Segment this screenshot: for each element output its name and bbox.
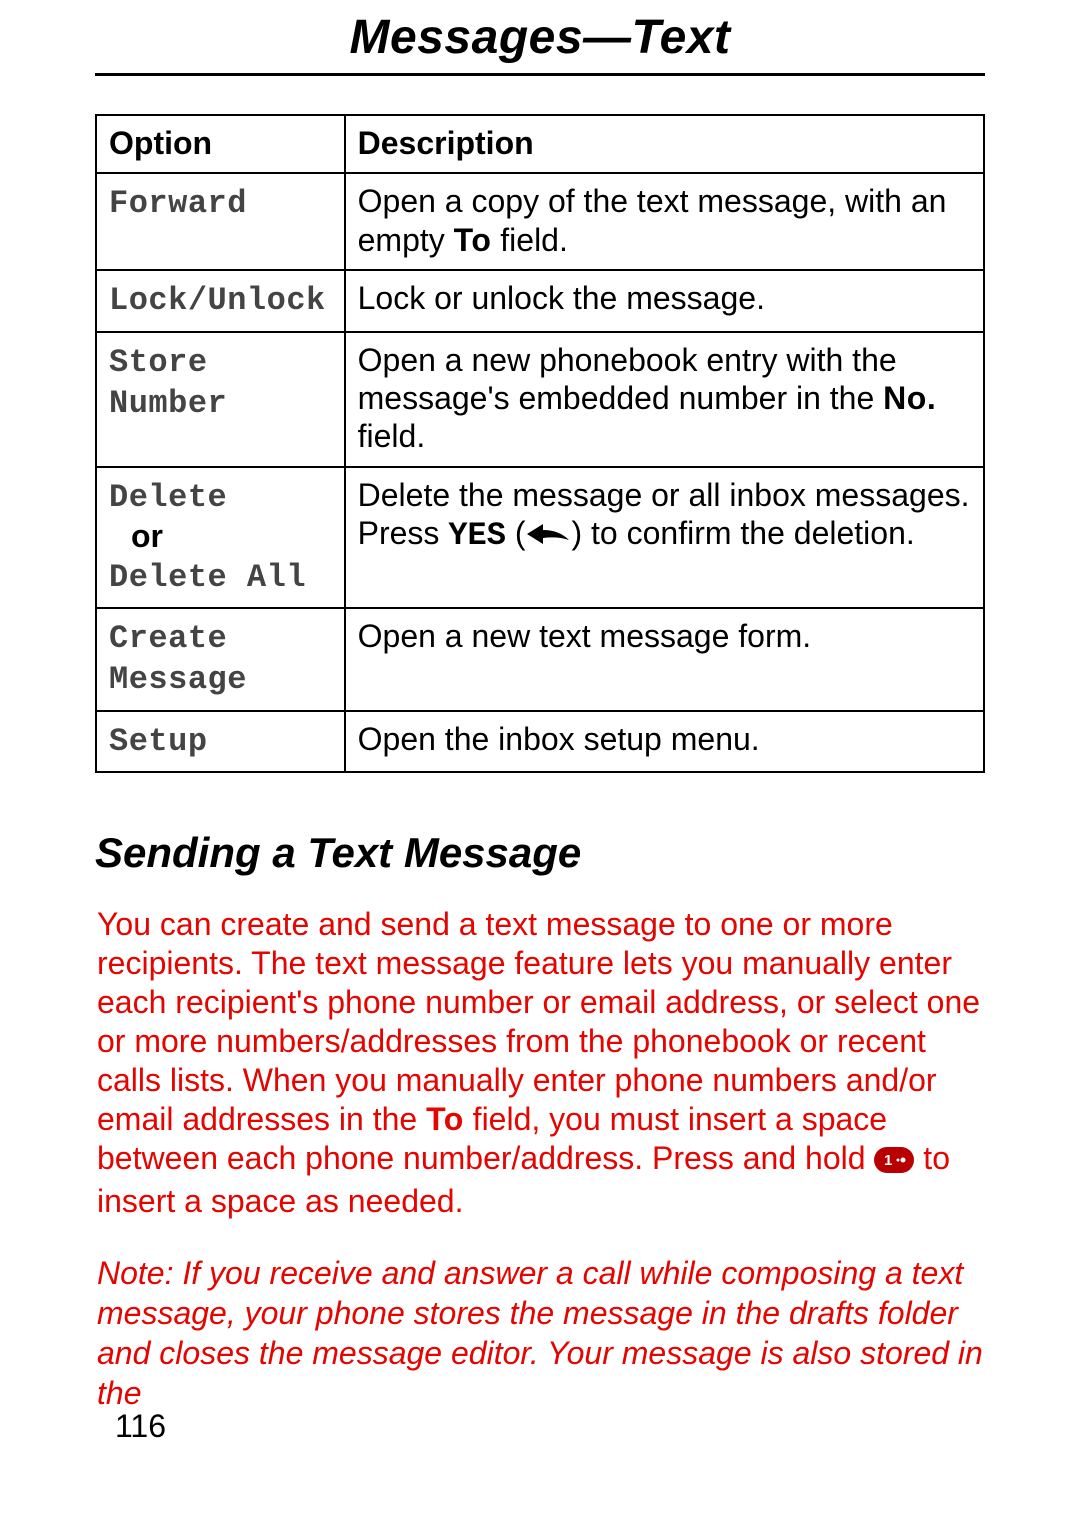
header-rule bbox=[95, 73, 985, 76]
svg-text:1: 1 bbox=[884, 1152, 892, 1169]
yes-key-label: YES bbox=[448, 517, 506, 554]
option-cell-lock: Lock/Unlock bbox=[96, 270, 345, 331]
desc-cell-create: Open a new text message form. bbox=[345, 608, 984, 711]
no-field-label: No. bbox=[883, 380, 936, 416]
option-setup: Setup bbox=[109, 723, 208, 760]
text: ( bbox=[506, 515, 526, 551]
text: ) to confirm the deletion. bbox=[571, 515, 914, 551]
option-cell-forward: Forward bbox=[96, 173, 345, 270]
text: field. bbox=[491, 222, 567, 258]
to-field-label: To bbox=[454, 222, 492, 258]
table-row: Store Number Open a new phonebook entry … bbox=[96, 332, 984, 467]
option-lock-unlock: Lock/Unlock bbox=[109, 282, 326, 319]
to-field-label: To bbox=[426, 1101, 464, 1137]
desc-cell-delete: Delete the message or all inbox messages… bbox=[345, 467, 984, 608]
text: Delete the message or all inbox messages… bbox=[358, 476, 971, 514]
table-row: Create Message Open a new text message f… bbox=[96, 608, 984, 711]
option-create-message: Create Message bbox=[109, 620, 247, 698]
option-cell-setup: Setup bbox=[96, 711, 345, 772]
table-row: Lock/Unlock Lock or unlock the message. bbox=[96, 270, 984, 331]
col-header-description: Description bbox=[345, 115, 984, 173]
text: field. bbox=[358, 418, 426, 454]
col-header-option: Option bbox=[96, 115, 345, 173]
body-paragraph: You can create and send a text message t… bbox=[97, 905, 985, 1221]
desc-cell-forward: Open a copy of the text message, with an… bbox=[345, 173, 984, 270]
text: Press bbox=[358, 515, 449, 551]
option-store-number: Store Number bbox=[109, 344, 227, 422]
table-row: Delete or Delete All Delete the message … bbox=[96, 467, 984, 608]
option-cell-store: Store Number bbox=[96, 332, 345, 467]
one-key-icon: 1 bbox=[874, 1143, 914, 1182]
section-heading-sending: Sending a Text Message bbox=[95, 829, 985, 877]
page-number: 116 bbox=[115, 1408, 166, 1445]
option-forward: Forward bbox=[109, 185, 247, 222]
desc-cell-setup: Open the inbox setup menu. bbox=[345, 711, 984, 772]
table-row: Setup Open the inbox setup menu. bbox=[96, 711, 984, 772]
left-softkey-icon bbox=[525, 516, 571, 554]
or-label: or bbox=[109, 517, 332, 555]
options-table: Option Description Forward Open a copy o… bbox=[95, 114, 985, 773]
text: Open a copy of the text message, with an… bbox=[358, 183, 947, 257]
table-row: Forward Open a copy of the text message,… bbox=[96, 173, 984, 270]
option-delete-all: Delete All bbox=[109, 559, 306, 596]
option-delete: Delete bbox=[109, 479, 227, 516]
note-label: Note: bbox=[97, 1255, 173, 1291]
desc-cell-store: Open a new phonebook entry with the mess… bbox=[345, 332, 984, 467]
option-cell-delete: Delete or Delete All bbox=[96, 467, 345, 608]
table-header-row: Option Description bbox=[96, 115, 984, 173]
desc-cell-lock: Lock or unlock the message. bbox=[345, 270, 984, 331]
option-cell-create: Create Message bbox=[96, 608, 345, 711]
note-text: If you receive and answer a call while c… bbox=[97, 1255, 983, 1411]
note-paragraph: Note: If you receive and answer a call w… bbox=[97, 1253, 985, 1413]
text: Open a new phonebook entry with the mess… bbox=[358, 342, 897, 416]
page-header-title: Messages—Text bbox=[95, 0, 985, 73]
